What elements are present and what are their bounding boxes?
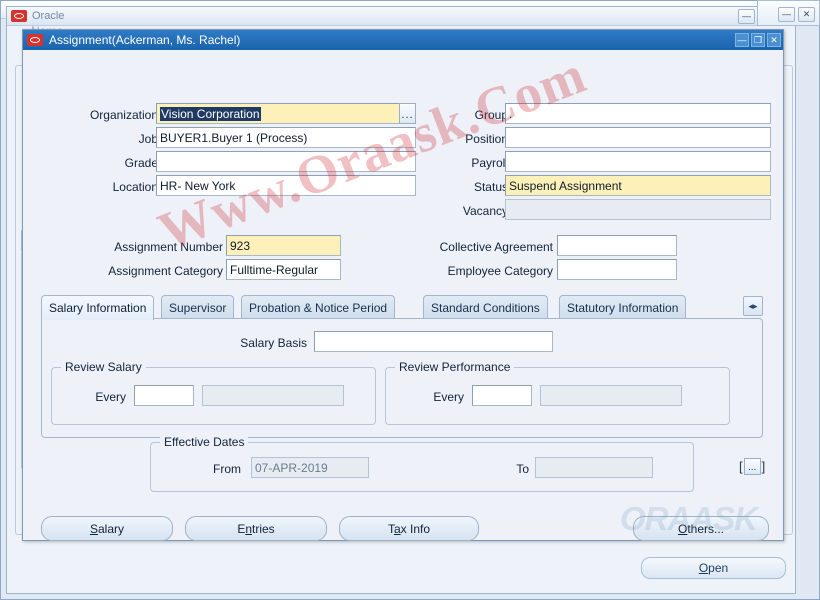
oracle-logo-icon — [11, 10, 27, 22]
organization-label: Organization — [53, 108, 158, 122]
review-salary-title: Review Salary — [61, 360, 146, 374]
position-field[interactable] — [505, 127, 771, 148]
review-performance-period-field — [540, 385, 682, 406]
background-window-fragment: — ✕ — [757, 0, 820, 26]
tab-salary-information[interactable]: Salary Information — [41, 295, 154, 320]
expand-ellipsis-icon[interactable]: ... — [744, 458, 761, 475]
tab-scroll-right-icon[interactable]: ◂▸ — [743, 296, 763, 316]
assignment-number-field[interactable]: 923 — [226, 235, 341, 256]
background-window-title: Oracle — [32, 10, 64, 22]
bracket-left: [ — [739, 459, 743, 474]
employee-category-field[interactable] — [557, 259, 677, 280]
assignment-category-label: Assignment Category — [83, 264, 223, 278]
employee-category-label: Employee Category — [398, 264, 553, 278]
salary-button[interactable]: Salary — [41, 516, 173, 541]
review-performance-every-field[interactable] — [472, 385, 532, 406]
others-button[interactable]: Others... — [633, 516, 769, 541]
salary-button-label: Salary — [90, 522, 124, 536]
effective-dates-group: Effective Dates From 07-APR-2019 To — [150, 442, 694, 492]
collective-agreement-label: Collective Agreement — [398, 240, 553, 254]
tab-supervisor[interactable]: Supervisor — [161, 295, 234, 319]
tab-standard-conditions[interactable]: Standard Conditions — [423, 295, 548, 319]
payroll-field[interactable] — [505, 151, 771, 172]
grade-label: Grade — [53, 156, 158, 170]
tab-probation-notice-period[interactable]: Probation & Notice Period — [241, 295, 395, 319]
tax-info-button-label: Tax Info — [388, 522, 430, 536]
close-icon[interactable]: ✕ — [798, 7, 815, 22]
vacancy-label: Vacancy — [398, 204, 508, 218]
assignment-number-label: Assignment Number — [83, 240, 223, 254]
minimize-icon[interactable]: — — [738, 9, 755, 24]
group-label: Group — [398, 108, 508, 122]
effective-from-field[interactable]: 07-APR-2019 — [251, 457, 369, 478]
assignment-dialog-title: Assignment(Ackerman, Ms. Rachel) — [49, 33, 735, 47]
tab-statutory-information[interactable]: Statutory Information — [559, 295, 686, 319]
payroll-label: Payroll — [398, 156, 508, 170]
minimize-icon[interactable]: — — [735, 33, 749, 47]
review-performance-every-label: Every — [416, 390, 464, 404]
entries-button-label: Entries — [237, 522, 274, 536]
group-field[interactable]: . — [505, 103, 771, 124]
background-window-inner-titlebar: Oracle — ❐ ✕ — [7, 7, 795, 26]
assignment-category-field[interactable]: Fulltime-Regular — [226, 259, 341, 280]
assignment-window-controls[interactable]: — ❐ ✕ — [735, 33, 781, 47]
assignment-dialog-body: Organization Vision Corporation ... Job … — [23, 50, 783, 540]
job-label: Job — [53, 132, 158, 146]
effective-from-label: From — [196, 462, 241, 476]
assignment-tabstrip: Salary Information Supervisor Probation … — [41, 295, 763, 319]
organization-field[interactable]: Vision Corporation — [156, 103, 408, 124]
review-performance-group: Review Performance Every — [385, 367, 730, 425]
status-field[interactable]: Suspend Assignment — [505, 175, 771, 196]
background-fragment-window-controls[interactable]: — ✕ — [778, 7, 815, 22]
salary-basis-field[interactable] — [314, 331, 553, 352]
effective-to-field — [535, 457, 653, 478]
vacancy-field — [505, 199, 771, 220]
review-performance-title: Review Performance — [395, 360, 514, 374]
effective-to-label: To — [501, 462, 529, 476]
oracle-logo-icon — [27, 34, 43, 46]
review-salary-every-field[interactable] — [134, 385, 194, 406]
open-button[interactable]: Open — [641, 557, 786, 579]
assignment-dialog-titlebar[interactable]: Assignment(Ackerman, Ms. Rachel) — ❐ ✕ — [23, 30, 783, 50]
effective-dates-expand-button[interactable]: [ ... ] — [739, 458, 765, 475]
minimize-icon[interactable]: — — [778, 7, 795, 22]
bracket-right: ] — [762, 459, 766, 474]
effective-dates-title: Effective Dates — [160, 435, 248, 449]
status-label: Status — [398, 180, 508, 194]
open-button-label: Open — [699, 561, 728, 575]
salary-information-panel: Salary Basis Review Salary Every Review … — [41, 318, 763, 438]
review-salary-group: Review Salary Every — [51, 367, 376, 425]
location-field[interactable]: HR- New York — [156, 175, 416, 196]
review-salary-period-field — [202, 385, 344, 406]
tax-info-button[interactable]: Tax Info — [339, 516, 479, 541]
salary-basis-label: Salary Basis — [222, 336, 307, 350]
review-salary-every-label: Every — [78, 390, 126, 404]
job-field[interactable]: BUYER1.Buyer 1 (Process) — [156, 127, 416, 148]
maximize-icon[interactable]: ❐ — [751, 33, 765, 47]
location-label: Location — [53, 180, 158, 194]
others-button-label: Others... — [678, 522, 724, 536]
entries-button[interactable]: Entries — [185, 516, 327, 541]
collective-agreement-field[interactable] — [557, 235, 677, 256]
assignment-dialog: Assignment(Ackerman, Ms. Rachel) — ❐ ✕ O… — [22, 29, 784, 541]
close-icon[interactable]: ✕ — [767, 33, 781, 47]
grade-field[interactable] — [156, 151, 416, 172]
organization-value: Vision Corporation — [160, 107, 261, 121]
position-label: Position — [398, 132, 508, 146]
